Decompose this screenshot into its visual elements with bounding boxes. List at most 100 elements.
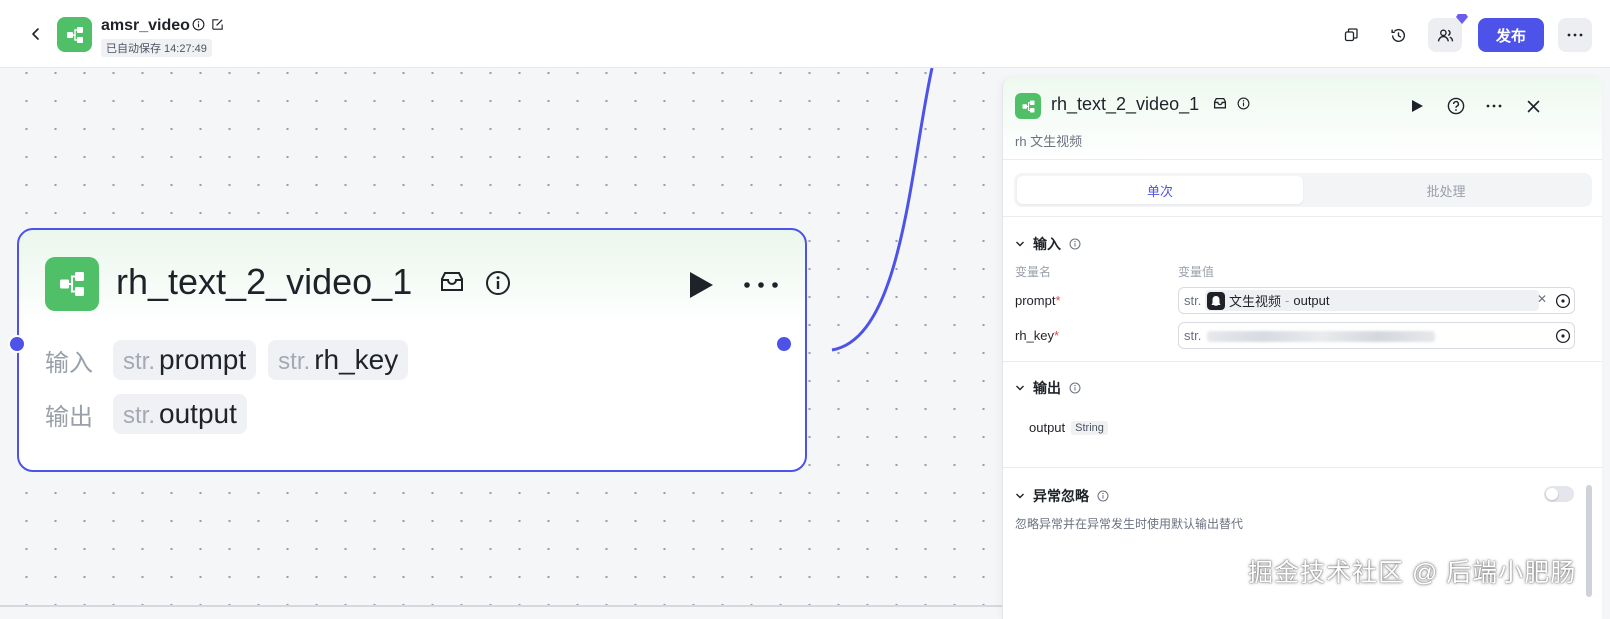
error-section-title: 异常忽略 xyxy=(1033,488,1089,504)
prompt-value-field[interactable]: str. 文生视频 - output ✕ xyxy=(1178,287,1575,314)
help-icon xyxy=(1447,97,1465,115)
workflow-icon xyxy=(60,272,84,296)
workflow-icon xyxy=(66,26,83,43)
autosave-status: 已自动保存 14:27:49 xyxy=(101,39,212,57)
tab-single-run[interactable]: 单次 xyxy=(1017,176,1303,204)
variable-picker-icon[interactable] xyxy=(1555,328,1571,344)
title-icons xyxy=(192,18,224,31)
info-icon[interactable] xyxy=(1097,490,1109,502)
ignore-error-toggle[interactable] xyxy=(1544,486,1574,502)
panel-node-logo xyxy=(1015,93,1041,119)
back-button[interactable] xyxy=(24,22,48,46)
history-icon xyxy=(1390,28,1405,42)
column-header-name: 变量名 xyxy=(1015,265,1052,279)
error-section-description: 忽略异常并在异常发生时使用默认输出替代 xyxy=(1015,517,1244,531)
ref-field-name: output xyxy=(1293,293,1330,308)
rh-key-value-field[interactable]: str. xyxy=(1178,322,1575,349)
variable-reference-chip[interactable]: 文生视频 - output xyxy=(1205,290,1539,311)
node-title-icons xyxy=(439,270,511,296)
copy-icon xyxy=(1344,28,1358,42)
divider xyxy=(1003,361,1602,362)
more-horizontal-icon xyxy=(744,282,778,288)
chevron-left-icon xyxy=(32,28,39,40)
panel-header: rh_text_2_video_1 rh 文生视频 xyxy=(1003,78,1602,160)
node-inputs-row: 输入 str. prompt str. rh_key xyxy=(45,340,409,380)
node-input-label: 输入 xyxy=(45,349,93,377)
workflow-icon xyxy=(1022,100,1034,112)
column-header-value: 变量值 xyxy=(1178,265,1215,279)
input-section-toggle[interactable]: 输入 xyxy=(1015,234,1081,254)
panel-title: rh_text_2_video_1 xyxy=(1051,94,1200,114)
node-title: rh_text_2_video_1 xyxy=(116,261,413,302)
panel-help-button[interactable] xyxy=(1442,92,1470,120)
workflow-node[interactable]: rh_text_2_video_1 输入 str. prompt str. rh_k… xyxy=(17,228,807,472)
divider xyxy=(1003,216,1602,217)
output-type-badge: String xyxy=(1071,420,1108,435)
info-icon[interactable] xyxy=(1069,382,1081,394)
close-icon xyxy=(1527,100,1539,112)
toggle-knob xyxy=(1546,488,1558,500)
top-bar: amsr_video 已自动保存 14:27:49 发布 xyxy=(0,0,1610,68)
users-icon xyxy=(1437,28,1453,41)
info-icon[interactable] xyxy=(485,270,511,296)
node-input-pill: str. prompt xyxy=(113,340,257,380)
tab-batch-run[interactable]: 批处理 xyxy=(1303,176,1589,204)
watermark: 掘金技术社区 @ 后端小肥肠 xyxy=(1248,559,1577,587)
more-horizontal-icon xyxy=(1486,104,1502,108)
app-title: amsr_video xyxy=(101,17,190,34)
info-icon[interactable] xyxy=(1237,97,1250,110)
node-run-icon[interactable] xyxy=(683,268,717,302)
run-mode-tabs: 单次 批处理 xyxy=(1014,173,1592,207)
node-outputs-row: 输出 str. output xyxy=(45,394,247,434)
masked-secret-value xyxy=(1207,331,1435,342)
node-output-label: 输出 xyxy=(45,403,93,431)
error-section-toggle[interactable]: 异常忽略 xyxy=(1015,486,1109,506)
chevron-down-icon xyxy=(1016,385,1024,391)
output-section-title: 输出 xyxy=(1033,380,1061,396)
node-input-pill: str. rh_key xyxy=(268,340,409,380)
node-settings-panel: rh_text_2_video_1 rh 文生视频 单次 批处理 输入 变量名 … xyxy=(1002,78,1602,619)
bot-icon xyxy=(1211,295,1221,306)
panel-more-button[interactable] xyxy=(1480,92,1508,120)
premium-gem-icon xyxy=(1456,14,1468,24)
chevron-down-icon xyxy=(1016,241,1024,247)
output-variable-row: output String xyxy=(1029,420,1108,435)
publish-button[interactable]: 发布 xyxy=(1478,18,1544,52)
remove-reference-icon[interactable]: ✕ xyxy=(1537,292,1547,306)
panel-title-icons xyxy=(1213,97,1250,110)
play-icon xyxy=(1411,100,1423,112)
node-output-handle[interactable] xyxy=(775,335,793,353)
app-logo xyxy=(57,17,92,52)
panel-subtitle: rh 文生视频 xyxy=(1015,134,1083,149)
panel-run-button[interactable] xyxy=(1403,92,1431,120)
chevron-down-icon xyxy=(1016,493,1024,499)
history-button[interactable] xyxy=(1381,18,1415,52)
variable-picker-icon[interactable] xyxy=(1555,293,1571,309)
node-input-handle[interactable] xyxy=(8,335,26,353)
panel-close-button[interactable] xyxy=(1519,92,1547,120)
ref-node-icon xyxy=(1207,291,1225,310)
workflow-canvas[interactable]: rh_text_2_video_1 输入 str. prompt str. rh_k… xyxy=(0,68,1002,619)
edit-icon[interactable] xyxy=(211,18,224,31)
node-more-button[interactable] xyxy=(739,268,783,302)
input-section-title: 输入 xyxy=(1033,236,1061,252)
node-output-pill: str. output xyxy=(113,394,247,434)
output-name: output xyxy=(1029,420,1066,435)
ref-node-name: 文生视频 xyxy=(1229,294,1282,309)
info-icon[interactable] xyxy=(1069,238,1081,250)
var-name-prompt: prompt* xyxy=(1015,293,1061,308)
type-label: str. xyxy=(1184,293,1202,308)
canvas-bottom-border xyxy=(0,605,1002,607)
var-name-rh-key: rh_key* xyxy=(1015,328,1060,343)
divider xyxy=(1003,467,1602,468)
output-section-toggle[interactable]: 输出 xyxy=(1015,378,1081,398)
type-label: str. xyxy=(1184,328,1202,343)
node-logo xyxy=(45,257,99,311)
more-horizontal-icon xyxy=(1567,33,1583,37)
info-icon[interactable] xyxy=(192,18,205,31)
plugin-box-icon[interactable] xyxy=(439,270,465,294)
copy-button[interactable] xyxy=(1334,18,1368,52)
more-menu-button[interactable] xyxy=(1558,18,1592,52)
panel-scrollbar[interactable] xyxy=(1586,485,1592,597)
plugin-box-icon[interactable] xyxy=(1213,97,1227,110)
